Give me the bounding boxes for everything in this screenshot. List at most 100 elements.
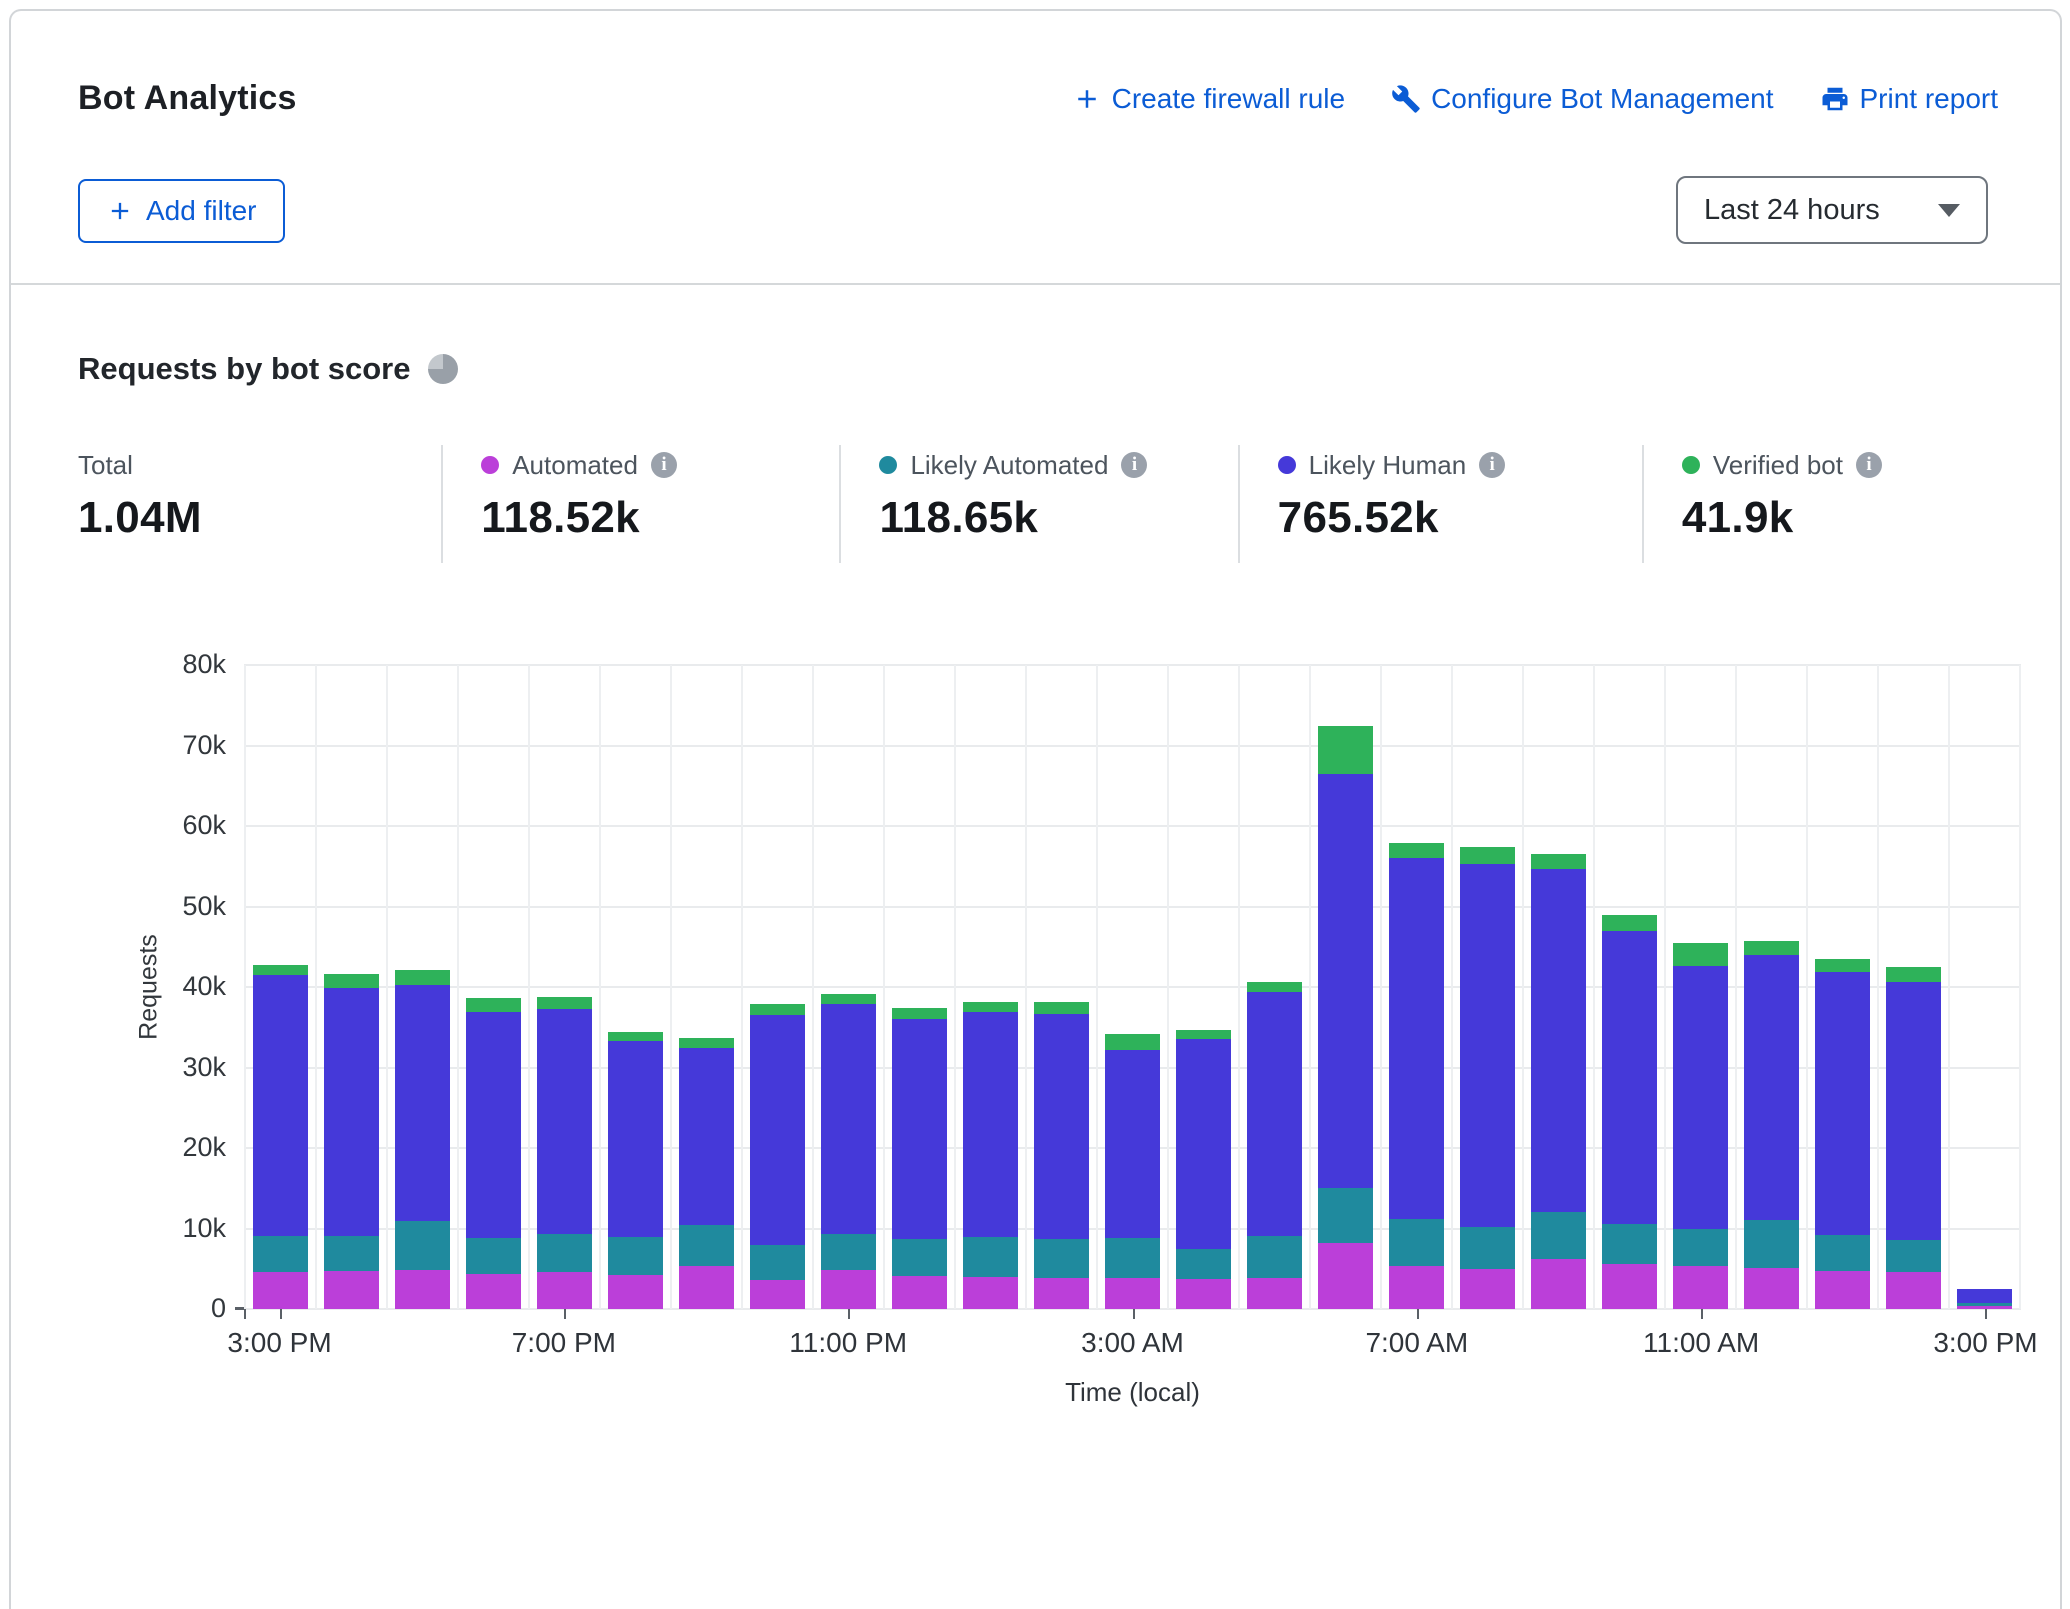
stacked-bar[interactable]: [537, 997, 592, 1309]
bar-segment-automated: [466, 1274, 521, 1309]
bar-segment-likely-human: [1673, 966, 1728, 1229]
hour-slot: [1167, 665, 1238, 1309]
bar-segment-likely-human: [1602, 931, 1657, 1223]
stacked-bar[interactable]: [1034, 1002, 1089, 1309]
hour-slot: [599, 665, 670, 1309]
stacked-bar[interactable]: [1105, 1034, 1160, 1309]
x-tick-label: 7:00 AM: [1317, 1327, 1517, 1359]
stacked-bar[interactable]: [1247, 982, 1302, 1309]
stacked-bar[interactable]: [395, 970, 450, 1309]
info-icon[interactable]: i: [651, 452, 677, 478]
stacked-bar[interactable]: [324, 974, 379, 1309]
stacked-bar[interactable]: [1318, 726, 1373, 1309]
stacked-bar[interactable]: [1176, 1030, 1231, 1309]
bar-segment-automated: [679, 1266, 734, 1309]
bar-segment-likely-human: [324, 988, 379, 1236]
stacked-bar[interactable]: [1673, 943, 1728, 1309]
bar-segment-likely-human: [1744, 955, 1799, 1221]
info-icon[interactable]: i: [1479, 452, 1505, 478]
requests-chart: Requests 010k20k30k40k50k60k70k80k 3:00 …: [244, 665, 2021, 1408]
bar-segment-verified-bot: [1105, 1034, 1160, 1050]
info-icon[interactable]: i: [1121, 452, 1147, 478]
stacked-bar[interactable]: [1602, 915, 1657, 1309]
bar-segment-likely-automated: [1176, 1249, 1231, 1280]
bar-segment-verified-bot: [395, 970, 450, 985]
x-tick-label: 11:00 PM: [748, 1327, 948, 1359]
plus-icon: [106, 197, 134, 225]
bar-segment-automated: [1318, 1243, 1373, 1309]
hour-slot: [386, 665, 457, 1309]
bar-segment-likely-automated: [1886, 1240, 1941, 1272]
x-tick: [848, 1309, 850, 1319]
bar-segment-likely-human: [253, 975, 308, 1236]
page-title: Bot Analytics: [78, 79, 297, 118]
y-tick-label: 40k: [132, 971, 226, 1002]
stacked-bar[interactable]: [253, 965, 308, 1310]
stacked-bar[interactable]: [892, 1008, 947, 1309]
add-filter-label: Add filter: [146, 195, 257, 227]
bar-segment-likely-human: [395, 985, 450, 1221]
x-axis: 3:00 PM7:00 PM11:00 PM3:00 AM7:00 AM11:0…: [244, 1309, 2021, 1355]
time-range-dropdown[interactable]: Last 24 hours: [1676, 176, 1988, 244]
stat-label: Automated: [512, 450, 638, 481]
stacked-bar[interactable]: [1531, 854, 1586, 1309]
bar-segment-likely-automated: [253, 1236, 308, 1272]
bar-segment-likely-human: [750, 1015, 805, 1245]
stacked-bar[interactable]: [679, 1038, 734, 1309]
bar-segment-verified-bot: [1886, 967, 1941, 982]
bar-segment-automated: [1531, 1259, 1586, 1309]
bar-segment-likely-automated: [750, 1245, 805, 1280]
stacked-bar[interactable]: [1815, 959, 1870, 1309]
y-axis-origin-tick: [235, 1307, 244, 1310]
stacked-bar[interactable]: [608, 1032, 663, 1309]
bar-segment-verified-bot: [679, 1038, 734, 1048]
stat-label: Likely Human: [1309, 450, 1467, 481]
y-tick-label: 10k: [132, 1213, 226, 1244]
hour-slot: [244, 665, 315, 1309]
bar-segment-likely-human: [1318, 774, 1373, 1189]
action-print-report[interactable]: Print report: [1820, 83, 1999, 115]
stacked-bar[interactable]: [1957, 1289, 2012, 1310]
pie-chart-icon: [428, 354, 458, 384]
x-tick: [564, 1309, 566, 1319]
stat-value: 41.9k: [1682, 493, 2060, 543]
bar-segment-verified-bot: [1460, 847, 1515, 864]
hour-slot: [1025, 665, 1096, 1309]
y-tick-label: 80k: [132, 649, 226, 680]
bar-segment-likely-human: [1034, 1014, 1089, 1239]
stacked-bar[interactable]: [963, 1002, 1018, 1309]
bar-segment-likely-human: [608, 1041, 663, 1237]
x-tick: [1417, 1309, 1419, 1319]
bar-segment-likely-automated: [1460, 1227, 1515, 1269]
bar-segment-verified-bot: [892, 1008, 947, 1019]
stacked-bar[interactable]: [750, 1004, 805, 1309]
bar-segment-automated: [1602, 1264, 1657, 1309]
action-create-firewall-rule[interactable]: Create firewall rule: [1072, 83, 1345, 115]
bar-segment-likely-automated: [1673, 1229, 1728, 1266]
stacked-bar[interactable]: [1886, 967, 1941, 1309]
hour-slot: [954, 665, 1025, 1309]
action-configure-bot-management[interactable]: Configure Bot Management: [1391, 83, 1773, 115]
bar-segment-likely-automated: [1318, 1188, 1373, 1243]
bar-segment-verified-bot: [1176, 1030, 1231, 1040]
stacked-bar[interactable]: [1389, 843, 1444, 1309]
add-filter-button[interactable]: Add filter: [78, 179, 285, 243]
hour-slot: [1238, 665, 1309, 1309]
bar-segment-likely-human: [1531, 869, 1586, 1211]
stat-label: Likely Automated: [910, 450, 1108, 481]
bar-segment-automated: [892, 1276, 947, 1309]
bar-segment-likely-human: [821, 1004, 876, 1234]
stacked-bar[interactable]: [466, 998, 521, 1309]
bar-segment-verified-bot: [608, 1032, 663, 1041]
bar-segment-likely-automated: [1034, 1239, 1089, 1278]
legend-dot-icon: [1278, 456, 1296, 474]
stacked-bar[interactable]: [821, 994, 876, 1309]
hour-slot: [670, 665, 741, 1309]
bar-segment-verified-bot: [537, 997, 592, 1009]
stacked-bar[interactable]: [1460, 847, 1515, 1309]
stat-automated: Automatedi118.52k: [441, 445, 839, 563]
info-icon[interactable]: i: [1856, 452, 1882, 478]
x-tick: [1985, 1309, 1987, 1319]
card-header: Bot Analytics Create firewall rule Config…: [11, 11, 2060, 285]
stacked-bar[interactable]: [1744, 941, 1799, 1309]
